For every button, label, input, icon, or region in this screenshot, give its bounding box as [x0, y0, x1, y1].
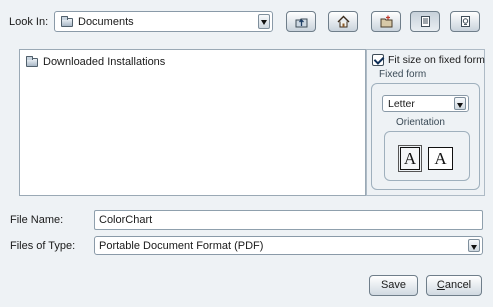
cancel-button[interactable]: Cancel [426, 275, 482, 296]
details-view-button[interactable] [450, 11, 480, 32]
file-type-combo[interactable]: Portable Document Format (PDF) [94, 236, 483, 255]
file-name-input[interactable]: ColorChart [94, 210, 483, 230]
list-item-name: Downloaded Installations [43, 56, 166, 68]
up-folder-icon [295, 18, 308, 28]
save-button[interactable]: Save [369, 275, 418, 296]
fit-size-checkbox[interactable] [372, 54, 384, 66]
list-view-icon [421, 16, 430, 27]
up-one-level-button[interactable] [286, 11, 316, 32]
file-type-label: Files of Type: [10, 240, 76, 252]
orientation-group: A A [384, 131, 470, 181]
new-folder-icon [380, 15, 393, 28]
file-type-value: Portable Document Format (PDF) [99, 240, 264, 252]
home-icon [337, 15, 350, 28]
list-view-button[interactable] [410, 11, 440, 32]
look-in-combo[interactable]: Documents [54, 11, 273, 32]
print-options-panel: Fit size on fixed form Fixed form Letter… [366, 49, 485, 196]
list-item[interactable]: Downloaded Installations [26, 55, 166, 68]
folder-icon [26, 55, 38, 67]
folder-icon [61, 16, 73, 27]
chevron-down-icon[interactable] [454, 97, 466, 110]
cancel-label-rest: ancel [444, 279, 472, 291]
paper-size-combo[interactable]: Letter [382, 95, 469, 112]
file-name-label: File Name: [10, 214, 64, 226]
look-in-label: Look In: [9, 16, 49, 28]
look-in-value: Documents [78, 16, 134, 28]
fixed-form-label: Fixed form [379, 69, 427, 80]
fixed-form-group: Letter Orientation A A [371, 83, 480, 190]
details-view-icon [461, 16, 470, 27]
orientation-label: Orientation [396, 117, 445, 128]
chevron-down-icon[interactable] [258, 14, 270, 29]
chevron-down-icon[interactable] [468, 239, 480, 252]
paper-size-value: Letter [388, 98, 415, 110]
home-button[interactable] [328, 11, 358, 32]
cancel-mnemonic: C [436, 279, 445, 291]
portrait-orientation-button[interactable]: A [398, 145, 422, 172]
landscape-orientation-button[interactable]: A [428, 147, 453, 170]
fit-size-label[interactable]: Fit size on fixed form [388, 54, 485, 66]
new-folder-button[interactable] [371, 11, 401, 32]
file-list[interactable]: Downloaded Installations [19, 49, 366, 196]
